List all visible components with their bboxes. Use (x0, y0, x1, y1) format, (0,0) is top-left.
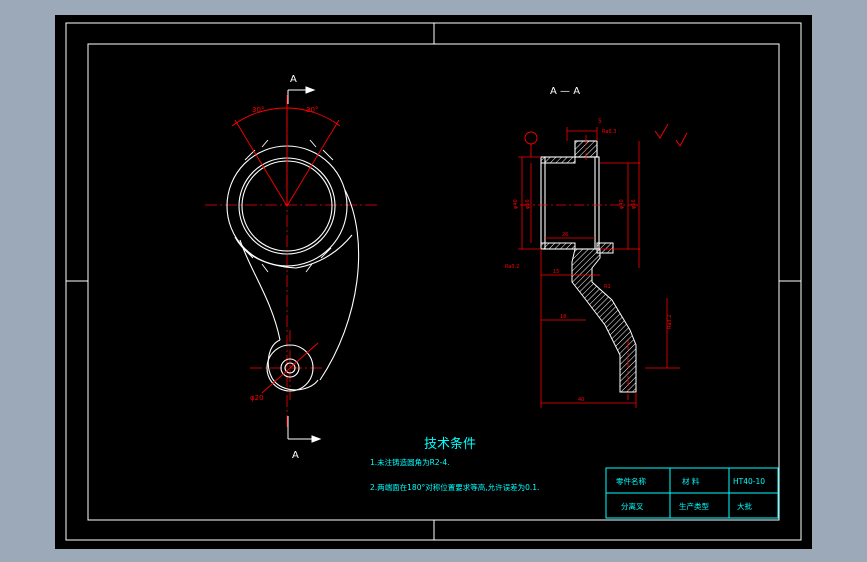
dim-right-b-label: φ56 (631, 199, 637, 209)
angle-left-label: 30° (252, 106, 264, 114)
view-a-top-label: A (290, 74, 297, 85)
dim-bot-b-label: 18 (560, 314, 566, 320)
title-cell-production-value: 大批 (737, 501, 752, 511)
dim-top-label: 5 (598, 118, 602, 125)
title-cell-production-type: 生产类型 (679, 501, 709, 511)
dim-left-a-label: φ40 (513, 199, 519, 209)
small-hole-label: φ20 (250, 394, 264, 402)
section-title: A — A (550, 86, 580, 97)
note-1: 1.未注铸造圆角为R2-4. (370, 457, 450, 467)
dim-right-a-label: φ40 (619, 199, 625, 209)
tech-title: 技术条件 (424, 436, 476, 452)
dim-left-rough-label: Ra3.2 (505, 264, 519, 270)
dim-chamfer-label: R1 (604, 284, 611, 290)
dim-bot-a-label: 15 (553, 269, 559, 275)
dim-bot-c-label: 40 (578, 397, 584, 403)
dim-left-b-label: φ56 (525, 199, 531, 209)
angle-right-label: 30° (306, 106, 318, 114)
title-cell-part-name: 零件名称 (616, 476, 646, 486)
view-a-bottom-label: A (292, 450, 299, 461)
cad-drawing: 30° 30° φ20 A A A — A 5 Ra6.3 φ40 φ56 φ4… (55, 15, 812, 549)
title-cell-material-value: HT40-10 (733, 477, 765, 486)
drawing-sheet (55, 15, 812, 549)
dim-vertical-label: Ra3.2 (667, 315, 673, 329)
title-cell-material: 材 料 (682, 476, 700, 486)
note-2: 2.两端面在180°对称位置要求等高,允许误差为0.1. (370, 482, 539, 492)
dim-roughness-label: Ra6.3 (602, 129, 616, 135)
title-cell-part-value: 分离叉 (621, 501, 644, 511)
dim-mid-label: 26 (562, 232, 568, 238)
